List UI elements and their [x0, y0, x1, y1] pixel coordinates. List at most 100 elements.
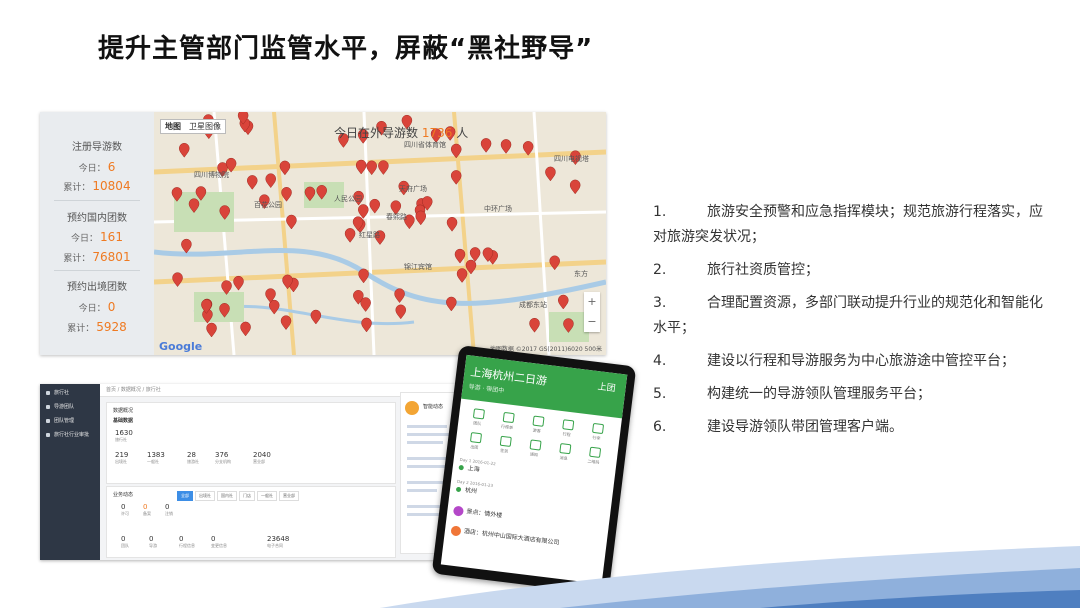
notice-icon [405, 401, 419, 415]
metric: 0 备案 [143, 503, 151, 516]
sidebar-item-guides[interactable]: 导游团队 [40, 401, 100, 412]
approval-icon [46, 432, 50, 437]
map-label: 人民公园 [334, 195, 362, 203]
depart-icon [469, 431, 482, 444]
stat-total: 累计： 76801 [63, 250, 131, 264]
notice-title: 智能动态 [423, 404, 444, 410]
zoom-control[interactable]: + − [584, 292, 600, 332]
stat-title: 预约国内团数 [67, 213, 127, 224]
map-tab-road[interactable]: 地图 [161, 120, 185, 133]
map-label: 四川博物院 [194, 171, 229, 179]
home-icon [46, 390, 50, 395]
feature-list: 1. 旅游安全预警和应急指挥模块；规范旅游行程落实，应对旅游突发状况； 2. 旅行社… [653, 200, 1053, 448]
notice-icon [528, 439, 542, 451]
tourist-icon [531, 415, 545, 427]
sidebar-item-teams[interactable]: 团队管理 [40, 415, 100, 426]
metric: 219 出境社 [115, 451, 129, 464]
map-label: 成都东站 [519, 301, 547, 309]
spot-icon [452, 505, 465, 517]
location-dot-icon [455, 486, 462, 493]
metric: 0 许可 [121, 503, 129, 516]
itinerary-icon [502, 411, 515, 424]
admin-sidebar: 旅行社 导游团队 团队管理 旅行社行业审批 [40, 384, 100, 560]
stat-total: 累计： 10804 [63, 179, 131, 193]
map-label: 四川省体育馆 [404, 141, 446, 149]
map-tab-satellite[interactable]: 卫星图像 [185, 120, 225, 133]
grid-item-depart[interactable]: 出团 [459, 429, 492, 456]
feature-item: 2. 旅行社资质管控； [653, 262, 819, 278]
grid-item-message[interactable]: 消息 [548, 440, 581, 467]
tour-status[interactable]: 上团 [597, 379, 616, 394]
zoom-in-button[interactable]: + [584, 292, 600, 312]
guide-location-map[interactable]: 地图 卫星图像 今日在外导游数 1736 人 四川博物院 四川电视塔 天府广场 … [154, 112, 606, 355]
tab-outbound[interactable]: 出境社 [195, 491, 215, 501]
grid-item-checkin[interactable]: 签到 [488, 433, 521, 460]
stats-panel: 注册导游数 今日： 6 累计： 10804 预约国内团数 今日： 161 累计： 768… [40, 112, 154, 355]
stat-title: 注册导游数 [72, 142, 122, 153]
google-logo: Google [159, 340, 203, 353]
section-title: 数据概况 [113, 408, 134, 414]
metric: 2040 营业部 [253, 451, 271, 464]
team-icon [472, 408, 485, 420]
location-dot-icon [458, 464, 465, 471]
slide-title: 提升主管部门监管水平，屏蔽“黑社野导” [98, 34, 594, 64]
sidebar-item-agency[interactable]: 旅行社 [40, 387, 100, 398]
grid-item-route[interactable]: 行程 [551, 416, 584, 443]
luggage-icon [591, 422, 604, 435]
map-banner: 今日在外导游数 1736 人 [334, 126, 469, 140]
grid-item-team[interactable]: 团队 [461, 405, 494, 432]
stat-today: 今日： 0 [78, 300, 116, 314]
overview-card: 数据概况 基础数据 1630 旅行社 219 出境社 1383 一般社 28 旅游社 3… [106, 402, 396, 484]
map-label: 东方 [574, 270, 588, 278]
feature-item: 6. 建设导游领队带团管理客户端。 [653, 419, 903, 435]
metric: 28 旅游社 [187, 451, 199, 464]
admin-console: 旅行社 导游团队 团队管理 旅行社行业审批 首页 / 数据概况 / 旅行社 数据… [40, 384, 464, 560]
tab-general[interactable]: 一般社 [257, 491, 277, 501]
stat-today: 今日： 161 [71, 230, 123, 244]
grid-item-luggage[interactable]: 行李 [581, 420, 614, 447]
map-label: 锦江宾馆 [404, 263, 432, 271]
grid-item-qrcode[interactable]: 二维码 [578, 443, 611, 470]
route-icon [561, 419, 574, 431]
user-icon [46, 404, 50, 409]
group-icon [46, 418, 50, 423]
map-label: 四川电视塔 [554, 155, 589, 163]
stat-title: 预约出境团数 [67, 282, 127, 293]
stat-today: 今日： 6 [78, 160, 116, 174]
feature-item: 4. 建设以行程和导游服务为中心旅游途中管控平台； [653, 353, 1015, 369]
metric-total-agencies: 1630 旅行社 [115, 429, 133, 442]
tour-subtitle: 导游 · 带团中 [468, 383, 505, 395]
feature-item: 5. 构建统一的导游领队管理服务平台； [653, 386, 931, 402]
tab-store[interactable]: 门店 [239, 491, 255, 501]
checkin-icon [499, 435, 512, 447]
map-base [154, 112, 606, 355]
map-label: 百花公园 [254, 201, 282, 209]
decorative-wave [380, 546, 1080, 608]
business-title: 业务动态 [113, 492, 134, 498]
grid-item-itinerary[interactable]: 行程单 [491, 409, 524, 436]
tab-domestic[interactable]: 国内社 [217, 491, 237, 501]
metric: 376 分支机构 [215, 451, 231, 464]
hotel-icon [450, 524, 462, 537]
sidebar-item-approval[interactable]: 旅行社行业审批 [40, 429, 100, 440]
grid-item-tourists[interactable]: 游客 [521, 412, 554, 439]
zoom-out-button[interactable]: − [584, 312, 600, 332]
map-label: 中环广场 [484, 205, 512, 213]
qrcode-icon [588, 446, 601, 458]
map-dashboard: 注册导游数 今日： 6 累计： 10804 预约国内团数 今日： 161 累计： 768… [40, 112, 606, 355]
feature-item: 1. 旅游安全预警和应急指挥模块；规范旅游行程落实，应对旅游突发状况； [653, 204, 1043, 245]
map-label: 天府广场 [399, 185, 427, 193]
map-label: 红星路 [359, 231, 380, 239]
map-label: 春熙路 [386, 213, 407, 221]
metric: 1383 一般社 [147, 451, 165, 464]
map-type-toggle[interactable]: 地图 卫星图像 [160, 119, 226, 134]
tab-all[interactable]: 全部 [177, 491, 193, 501]
grid-item-notice[interactable]: 通知 [518, 436, 551, 463]
stat-total: 累计： 5928 [67, 320, 127, 334]
message-icon [558, 442, 571, 455]
feature-item: 3. 合理配置资源，多部门联动提升行业的规范化和智能化水平； [653, 295, 1043, 336]
tab-office[interactable]: 营业部 [279, 491, 299, 501]
section-subtitle: 基础数据 [113, 418, 134, 424]
metric: 0 注销 [165, 503, 173, 516]
business-tabs: 全部 出境社 国内社 门店 一般社 营业部 [177, 491, 301, 501]
